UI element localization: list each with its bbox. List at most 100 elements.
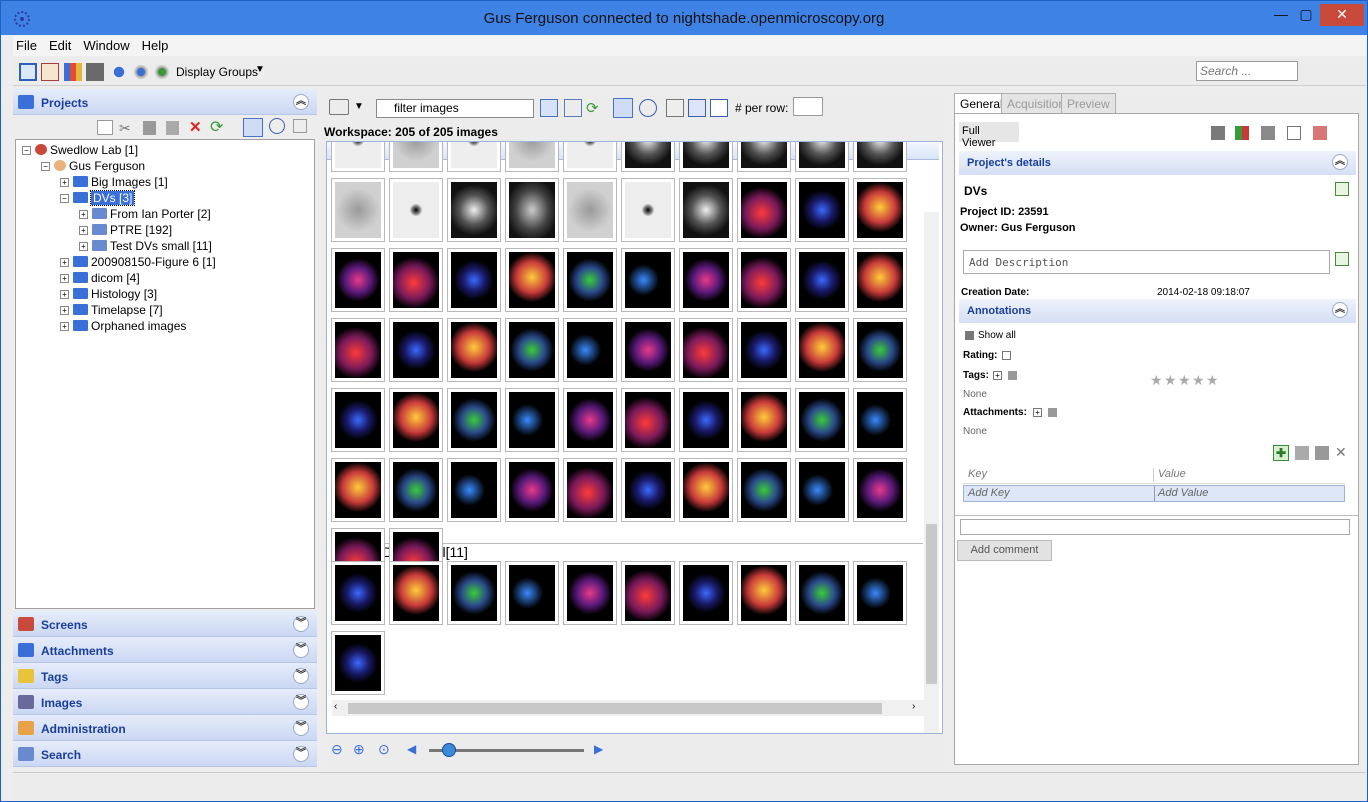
rating-star-icon[interactable]: ★	[1150, 372, 1163, 389]
zoom-fit-small-icon[interactable]: ⊙	[378, 741, 390, 758]
zoom-slider-knob[interactable]	[442, 743, 456, 757]
edit-description-icon[interactable]	[1335, 252, 1349, 266]
image-thumbnail[interactable]	[621, 142, 675, 172]
annotate-icon[interactable]	[710, 99, 728, 117]
refresh-icon[interactable]: ⟳	[210, 117, 223, 137]
image-thumbnail[interactable]	[795, 561, 849, 625]
image-thumbnail[interactable]	[737, 388, 791, 452]
image-thumbnail[interactable]	[737, 142, 791, 172]
panel-tags[interactable]: Tags ︾	[13, 663, 317, 689]
image-thumbnail[interactable]	[795, 178, 849, 242]
image-thumbnail[interactable]	[679, 318, 733, 382]
image-thumbnail[interactable]	[679, 178, 733, 242]
hscroll-thumb[interactable]	[348, 703, 882, 714]
image-thumbnail[interactable]	[563, 178, 617, 242]
vertical-scrollbar[interactable]	[924, 212, 939, 733]
menu-help[interactable]: Help	[139, 36, 172, 55]
image-thumbnail[interactable]	[795, 388, 849, 452]
edit-name-icon[interactable]	[1335, 182, 1349, 196]
image-thumbnail[interactable]	[505, 388, 559, 452]
project-details-header[interactable]: Project's details ︽	[959, 151, 1356, 175]
display-groups-label[interactable]: Display Groups	[176, 65, 258, 79]
timeline-icon[interactable]	[269, 118, 285, 134]
grid-view-icon[interactable]	[64, 63, 82, 81]
add-comment-button[interactable]: Add comment	[957, 540, 1052, 561]
paste-icon[interactable]	[166, 121, 179, 135]
tree-item[interactable]: + PTRE [192]	[79, 222, 172, 238]
add-value-field[interactable]: Add Value	[1158, 487, 1208, 499]
project-name[interactable]: DVs	[964, 184, 987, 198]
image-thumbnail[interactable]	[679, 458, 733, 522]
slider-right-icon[interactable]: ▶	[594, 742, 603, 756]
remove-tag-icon[interactable]	[1008, 371, 1017, 380]
image-thumbnail[interactable]	[331, 142, 385, 172]
search-input[interactable]: Search ...	[1196, 61, 1298, 81]
expand-icon[interactable]: +	[60, 178, 69, 187]
image-thumbnail[interactable]	[563, 561, 617, 625]
projects-header[interactable]: Projects ︽	[13, 89, 317, 115]
image-thumbnail[interactable]	[621, 248, 675, 312]
panel-administration[interactable]: Administration ︾	[13, 715, 317, 741]
scroll-left-icon[interactable]: ‹	[334, 701, 337, 712]
image-thumbnail[interactable]	[447, 178, 501, 242]
add-map-icon[interactable]: ✚	[1273, 445, 1289, 461]
image-thumbnail[interactable]	[331, 318, 385, 382]
save-icon[interactable]	[1211, 126, 1225, 140]
image-thumbnail[interactable]	[679, 561, 733, 625]
delete-icon[interactable]: ✕	[189, 118, 202, 136]
image-thumbnail[interactable]	[853, 318, 907, 382]
panel-images[interactable]: Images ︾	[13, 689, 317, 715]
image-thumbnail[interactable]	[853, 458, 907, 522]
image-thumbnail[interactable]	[447, 458, 501, 522]
image-thumbnail[interactable]	[389, 388, 443, 452]
image-thumbnail[interactable]	[447, 388, 501, 452]
image-thumbnail[interactable]	[389, 248, 443, 312]
expand-panel-icon[interactable]: ︾	[293, 746, 309, 762]
maximize-button[interactable]: ▢	[1294, 4, 1318, 26]
editor-icon[interactable]	[41, 63, 59, 81]
add-attachment-icon[interactable]: +	[1033, 408, 1042, 417]
copy-map-icon[interactable]	[1295, 446, 1309, 460]
chevron-down-icon[interactable]: ▼	[255, 64, 265, 75]
expand-panel-icon[interactable]: ︾	[293, 694, 309, 710]
tree-item[interactable]: − Swedlow Lab [1]	[22, 142, 138, 158]
image-thumbnail[interactable]	[389, 458, 443, 522]
image-thumbnail[interactable]	[389, 561, 443, 625]
menu-window[interactable]: Window	[80, 36, 132, 55]
panel-attachments[interactable]: Attachments ︾	[13, 637, 317, 663]
filter-input[interactable]: filter images	[376, 99, 534, 118]
image-thumbnail[interactable]	[389, 318, 443, 382]
image-thumbnail[interactable]	[621, 178, 675, 242]
scroll-right-icon[interactable]: ›	[912, 701, 915, 712]
minimize-button[interactable]: —	[1269, 4, 1293, 26]
image-thumbnail[interactable]	[447, 561, 501, 625]
close-button[interactable]: ✕	[1320, 4, 1364, 26]
scripts-icon[interactable]	[153, 63, 171, 81]
zoom-fit-icon[interactable]	[666, 99, 684, 117]
list-view-icon[interactable]	[564, 99, 582, 117]
collapse-icon[interactable]: −	[41, 162, 50, 171]
image-thumbnail[interactable]	[795, 458, 849, 522]
collapse-icon[interactable]: −	[60, 194, 69, 203]
image-thumbnail[interactable]	[853, 142, 907, 172]
panel-screens[interactable]: Screens ︾	[13, 611, 317, 637]
tab-preview[interactable]: Preview	[1061, 93, 1116, 113]
expand-icon[interactable]: +	[60, 290, 69, 299]
sort-by-date-icon[interactable]	[639, 99, 657, 117]
scroll-thumb[interactable]	[926, 524, 937, 684]
image-thumbnail[interactable]	[795, 248, 849, 312]
rating-star-icon[interactable]: ★	[1164, 372, 1177, 389]
tree-item[interactable]: +200908150-Figure 6 [1]	[60, 254, 216, 270]
tree-item[interactable]: + Timelapse [7]	[60, 302, 163, 318]
image-thumbnail[interactable]	[853, 388, 907, 452]
image-thumbnail[interactable]	[447, 248, 501, 312]
user-icon[interactable]	[110, 63, 128, 81]
delete-map-icon[interactable]: ✕	[1335, 444, 1347, 461]
image-thumbnail[interactable]	[389, 178, 443, 242]
expand-icon[interactable]: +	[79, 210, 88, 219]
expand-panel-icon[interactable]: ︾	[293, 616, 309, 632]
new-item-icon[interactable]	[97, 120, 113, 135]
collapse-icon[interactable]: ︽	[293, 94, 309, 110]
image-thumbnail[interactable]	[447, 142, 501, 172]
filter-dropdown-icon[interactable]: ▼	[354, 101, 364, 112]
